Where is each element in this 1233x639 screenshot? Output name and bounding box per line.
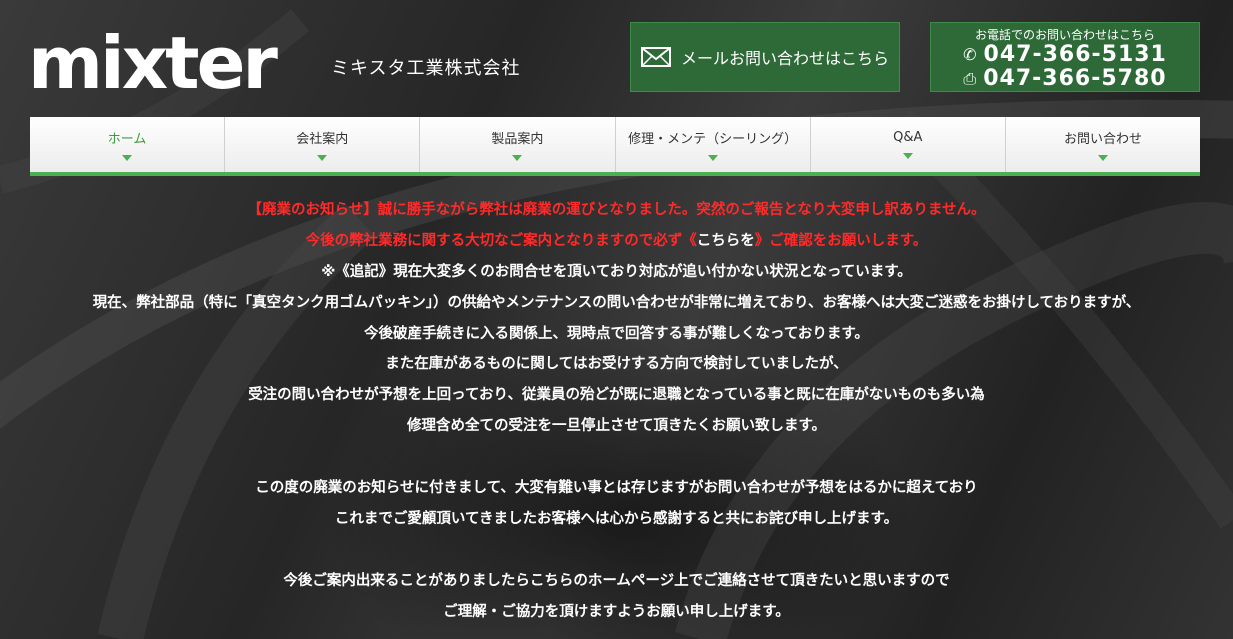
notice-text: 受注の問い合わせが予想を上回っており、従業員の殆どが既に退職となっている事と既に… <box>248 387 985 404</box>
notice-text: 今後の弊社業務に関する大切なご案内となりますので必ず《 <box>305 232 697 249</box>
tel-line[interactable]: ✆ 047-366-5131 <box>931 43 1199 67</box>
nav-label: ホーム <box>107 132 147 147</box>
fax-number: 047-366-5780 <box>983 66 1167 91</box>
notice-text: ※《追記》現在大変多くのお問合せを頂いており対応が追い付かない状況となっています… <box>321 263 912 280</box>
notice-headline: 【廃業のお知らせ】誠に勝手ながら弊社は廃業の運びとなりました。突然のご報告となり… <box>247 202 986 218</box>
nav-label: 修理・メンテ（シーリング） <box>628 132 798 147</box>
notice-text: ご理解・ご協力を頂けますようお願い申し上げます。 <box>443 603 790 620</box>
notice-details-link[interactable]: こちらを <box>697 233 755 249</box>
envelope-icon <box>640 47 671 67</box>
company-name: ミキスタ工業株式会社 <box>331 58 521 79</box>
nav-item-company[interactable]: 会社案内 <box>225 117 421 172</box>
caret-down-icon <box>707 155 718 161</box>
phone-contact-box[interactable]: お電話でのお問い合わせはこちら ✆ 047-366-5131 ⎙ 047-366… <box>930 22 1200 92</box>
mail-contact-button[interactable]: メールお問い合わせはこちら <box>630 22 900 92</box>
nav-item-products[interactable]: 製品案内 <box>420 117 616 172</box>
tel-number: 047-366-5131 <box>983 42 1167 67</box>
mail-button-label: メールお問い合わせはこちら <box>680 49 889 68</box>
caret-down-icon <box>122 155 133 161</box>
notice-text: 今後破産手続きに入る関係上、現時点で回答する事が難しくなっております。 <box>364 325 869 342</box>
fax-icon: ⎙ <box>963 69 978 88</box>
phone-caption: お電話でのお問い合わせはこちら <box>974 28 1155 42</box>
caret-down-icon <box>1097 155 1108 161</box>
notice-text: また在庫があるものに関してはお受けする方向で検討していましたが、 <box>385 356 848 373</box>
nav-label: Q&A <box>893 130 923 145</box>
notice-important-line: 今後の弊社業務に関する大切なご案内となりますので必ず《こちらを》ご確認をお願いし… <box>0 228 1233 259</box>
nav-item-contact[interactable]: お問い合わせ <box>1006 117 1200 172</box>
closure-notice: 【廃業のお知らせ】誠に勝手ながら弊社は廃業の運びとなりました。突然のご報告となり… <box>0 197 1233 629</box>
mixter-logo[interactable]: mixter <box>28 21 298 105</box>
global-nav: ホーム 会社案内 製品案内 修理・メンテ（シーリング） Q&A お問い合わせ <box>30 117 1200 176</box>
fax-line: ⎙ 047-366-5780 <box>931 67 1199 91</box>
notice-text: この度の廃業のお知らせに付きまして、大変有難い事とは存じますがお問い合わせが予想… <box>255 480 978 497</box>
notice-text: 》ご確認をお願いします。 <box>754 232 928 249</box>
phone-icon: ✆ <box>963 45 978 64</box>
nav-item-repair[interactable]: 修理・メンテ（シーリング） <box>616 117 811 172</box>
nav-label: 製品案内 <box>491 132 544 147</box>
notice-text: 今後ご案内出来ることがありましたらこちらのホームページ上でご連絡させて頂きたいと… <box>283 572 950 589</box>
nav-item-qa[interactable]: Q&A <box>811 117 1006 172</box>
nav-label: 会社案内 <box>296 132 349 147</box>
logo-text: mixter <box>28 22 278 102</box>
caret-down-icon <box>317 155 328 161</box>
notice-text: 現在、弊社部品（特に「真空タンク用ゴムパッキン」）の供給やメンテナンスの問い合わ… <box>92 294 1141 311</box>
caret-down-icon <box>512 155 523 161</box>
caret-down-icon <box>902 153 913 159</box>
nav-label: お問い合わせ <box>1063 132 1142 147</box>
notice-text: 修理含め全ての受注を一旦停止させて頂きたくお願い致します。 <box>406 418 827 435</box>
notice-text: これまでご愛顧頂いてきましたお客様へは心から感謝すると共にお詫び申し上げます。 <box>334 510 899 527</box>
nav-item-home[interactable]: ホーム <box>30 117 226 172</box>
